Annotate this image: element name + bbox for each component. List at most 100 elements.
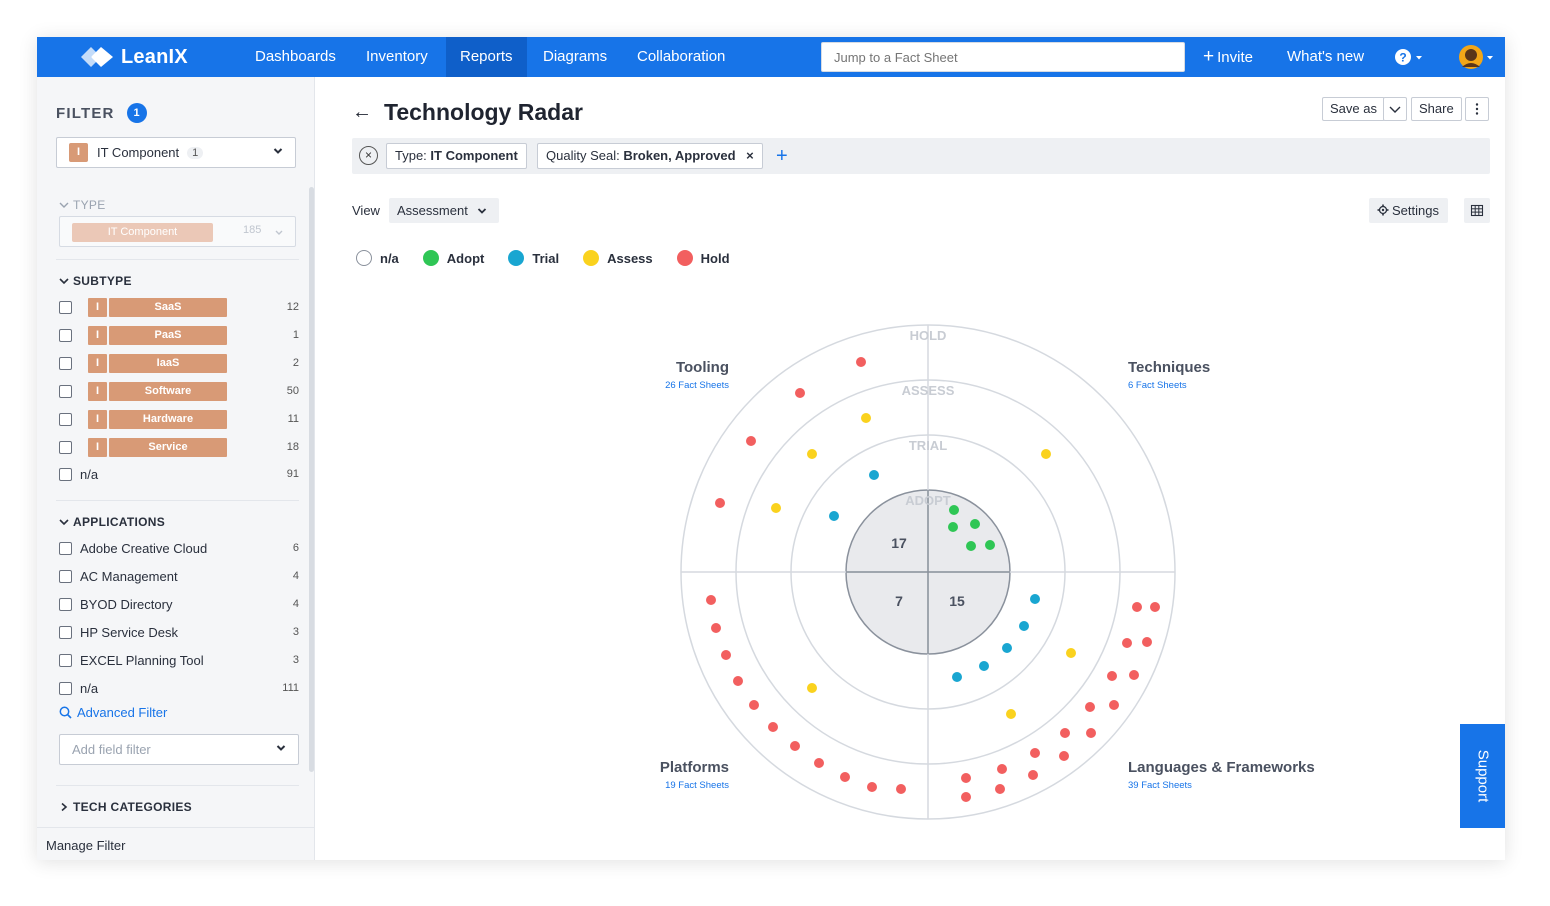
application-row[interactable]: n/a 111 bbox=[59, 677, 299, 699]
radar-blip-hold[interactable] bbox=[1107, 671, 1117, 681]
nav-dashboards[interactable]: Dashboards bbox=[241, 37, 350, 77]
radar-blip-hold[interactable] bbox=[721, 650, 731, 660]
radar-blip-hold[interactable] bbox=[733, 676, 743, 686]
fact-sheet-search-input[interactable] bbox=[821, 42, 1185, 72]
advanced-filter-link[interactable]: Advanced Filter bbox=[59, 705, 167, 720]
application-checkbox[interactable] bbox=[59, 597, 72, 611]
nav-inventory[interactable]: Inventory bbox=[352, 37, 442, 77]
radar-blip-assess[interactable] bbox=[807, 449, 817, 459]
subtype-row[interactable]: I Hardware 11 bbox=[59, 408, 299, 430]
radar-blip-hold[interactable] bbox=[768, 722, 778, 732]
support-tab[interactable]: Support bbox=[1460, 724, 1505, 828]
subtype-checkbox[interactable] bbox=[59, 467, 72, 481]
application-row[interactable]: Adobe Creative Cloud 6 bbox=[59, 537, 299, 559]
radar-blip-hold[interactable] bbox=[1132, 602, 1142, 612]
quadrant-count-platforms[interactable]: 19 Fact Sheets bbox=[665, 780, 729, 791]
radar-blip-hold[interactable] bbox=[1030, 748, 1040, 758]
radar-blip-hold[interactable] bbox=[706, 595, 716, 605]
quadrant-count-languages-frameworks[interactable]: 39 Fact Sheets bbox=[1128, 780, 1192, 791]
subtype-row[interactable]: I Software 50 bbox=[59, 380, 299, 402]
radar-blip-hold[interactable] bbox=[1129, 670, 1139, 680]
subtype-row[interactable]: I IaaS 2 bbox=[59, 352, 299, 374]
subtype-row-na[interactable]: n/a 91 bbox=[59, 463, 299, 485]
add-field-filter-select[interactable]: Add field filter bbox=[59, 734, 299, 765]
application-row[interactable]: HP Service Desk 3 bbox=[59, 621, 299, 643]
radar-blip-hold[interactable] bbox=[1142, 637, 1152, 647]
radar-blip-hold[interactable] bbox=[715, 498, 725, 508]
quadrant-count-techniques[interactable]: 6 Fact Sheets bbox=[1128, 380, 1187, 391]
subtype-row[interactable]: I Service 18 bbox=[59, 436, 299, 458]
radar-blip-hold[interactable] bbox=[867, 782, 877, 792]
application-row[interactable]: BYOD Directory 4 bbox=[59, 593, 299, 615]
whats-new-link[interactable]: What's new bbox=[1287, 37, 1364, 77]
radar-blip-hold[interactable] bbox=[961, 792, 971, 802]
subtype-row[interactable]: I PaaS 1 bbox=[59, 324, 299, 346]
application-row[interactable]: AC Management 4 bbox=[59, 565, 299, 587]
radar-blip-trial[interactable] bbox=[829, 511, 839, 521]
sidebar-scrollbar[interactable] bbox=[309, 187, 314, 772]
radar-blip-adopt[interactable] bbox=[966, 541, 976, 551]
application-checkbox[interactable] bbox=[59, 681, 72, 695]
radar-blip-adopt[interactable] bbox=[948, 522, 958, 532]
radar-blip-trial[interactable] bbox=[1002, 643, 1012, 653]
invite-button[interactable]: + Invite bbox=[1203, 37, 1253, 77]
radar-blip-hold[interactable] bbox=[1059, 751, 1069, 761]
radar-blip-hold[interactable] bbox=[1086, 728, 1096, 738]
application-row[interactable]: EXCEL Planning Tool 3 bbox=[59, 649, 299, 671]
radar-blip-hold[interactable] bbox=[814, 758, 824, 768]
tech-categories-section-toggle[interactable]: TECH CATEGORIES bbox=[58, 800, 192, 814]
radar-blip-hold[interactable] bbox=[896, 784, 906, 794]
radar-blip-adopt[interactable] bbox=[970, 519, 980, 529]
radar-blip-hold[interactable] bbox=[711, 623, 721, 633]
radar-blip-trial[interactable] bbox=[1030, 594, 1040, 604]
user-menu[interactable] bbox=[1458, 37, 1498, 77]
subtype-checkbox[interactable] bbox=[59, 412, 72, 426]
radar-blip-hold[interactable] bbox=[1028, 770, 1038, 780]
leanix-logo[interactable]: LeanIX bbox=[79, 44, 188, 70]
type-section-toggle[interactable]: TYPE bbox=[58, 198, 106, 212]
subtype-row[interactable]: I SaaS 12 bbox=[59, 296, 299, 318]
applications-section-toggle[interactable]: APPLICATIONS bbox=[58, 515, 165, 529]
radar-blip-hold[interactable] bbox=[1060, 728, 1070, 738]
radar-blip-hold[interactable] bbox=[790, 741, 800, 751]
subtype-section-toggle[interactable]: SUBTYPE bbox=[58, 274, 132, 288]
radar-blip-hold[interactable] bbox=[746, 436, 756, 446]
factsheet-type-select[interactable]: I IT Component 1 bbox=[56, 137, 296, 168]
radar-blip-hold[interactable] bbox=[1109, 700, 1119, 710]
subtype-checkbox[interactable] bbox=[59, 328, 72, 342]
radar-blip-adopt[interactable] bbox=[985, 540, 995, 550]
radar-blip-assess[interactable] bbox=[1041, 449, 1051, 459]
radar-blip-assess[interactable] bbox=[771, 503, 781, 513]
radar-blip-assess[interactable] bbox=[1066, 648, 1076, 658]
radar-blip-trial[interactable] bbox=[1019, 621, 1029, 631]
radar-blip-trial[interactable] bbox=[979, 661, 989, 671]
radar-blip-hold[interactable] bbox=[995, 784, 1005, 794]
radar-blip-adopt[interactable] bbox=[949, 505, 959, 515]
radar-blip-assess[interactable] bbox=[861, 413, 871, 423]
manage-filter-link[interactable]: Manage Filter bbox=[37, 827, 315, 860]
radar-blip-hold[interactable] bbox=[961, 773, 971, 783]
application-checkbox[interactable] bbox=[59, 625, 72, 639]
nav-diagrams[interactable]: Diagrams bbox=[529, 37, 621, 77]
radar-blip-hold[interactable] bbox=[840, 772, 850, 782]
radar-blip-hold[interactable] bbox=[1122, 638, 1132, 648]
radar-blip-trial[interactable] bbox=[952, 672, 962, 682]
radar-blip-hold[interactable] bbox=[1150, 602, 1160, 612]
application-checkbox[interactable] bbox=[59, 541, 72, 555]
subtype-checkbox[interactable] bbox=[59, 384, 72, 398]
radar-blip-hold[interactable] bbox=[1085, 702, 1095, 712]
radar-blip-assess[interactable] bbox=[807, 683, 817, 693]
radar-blip-hold[interactable] bbox=[997, 764, 1007, 774]
subtype-checkbox[interactable] bbox=[59, 440, 72, 454]
nav-reports[interactable]: Reports bbox=[446, 37, 527, 77]
nav-collaboration[interactable]: Collaboration bbox=[623, 37, 739, 77]
subtype-checkbox[interactable] bbox=[59, 300, 72, 314]
radar-blip-hold[interactable] bbox=[856, 357, 866, 367]
help-menu[interactable]: ? bbox=[1394, 37, 1428, 77]
radar-blip-trial[interactable] bbox=[869, 470, 879, 480]
application-checkbox[interactable] bbox=[59, 653, 72, 667]
radar-blip-hold[interactable] bbox=[749, 700, 759, 710]
radar-blip-hold[interactable] bbox=[795, 388, 805, 398]
quadrant-count-tooling[interactable]: 26 Fact Sheets bbox=[665, 380, 729, 391]
application-checkbox[interactable] bbox=[59, 569, 72, 583]
